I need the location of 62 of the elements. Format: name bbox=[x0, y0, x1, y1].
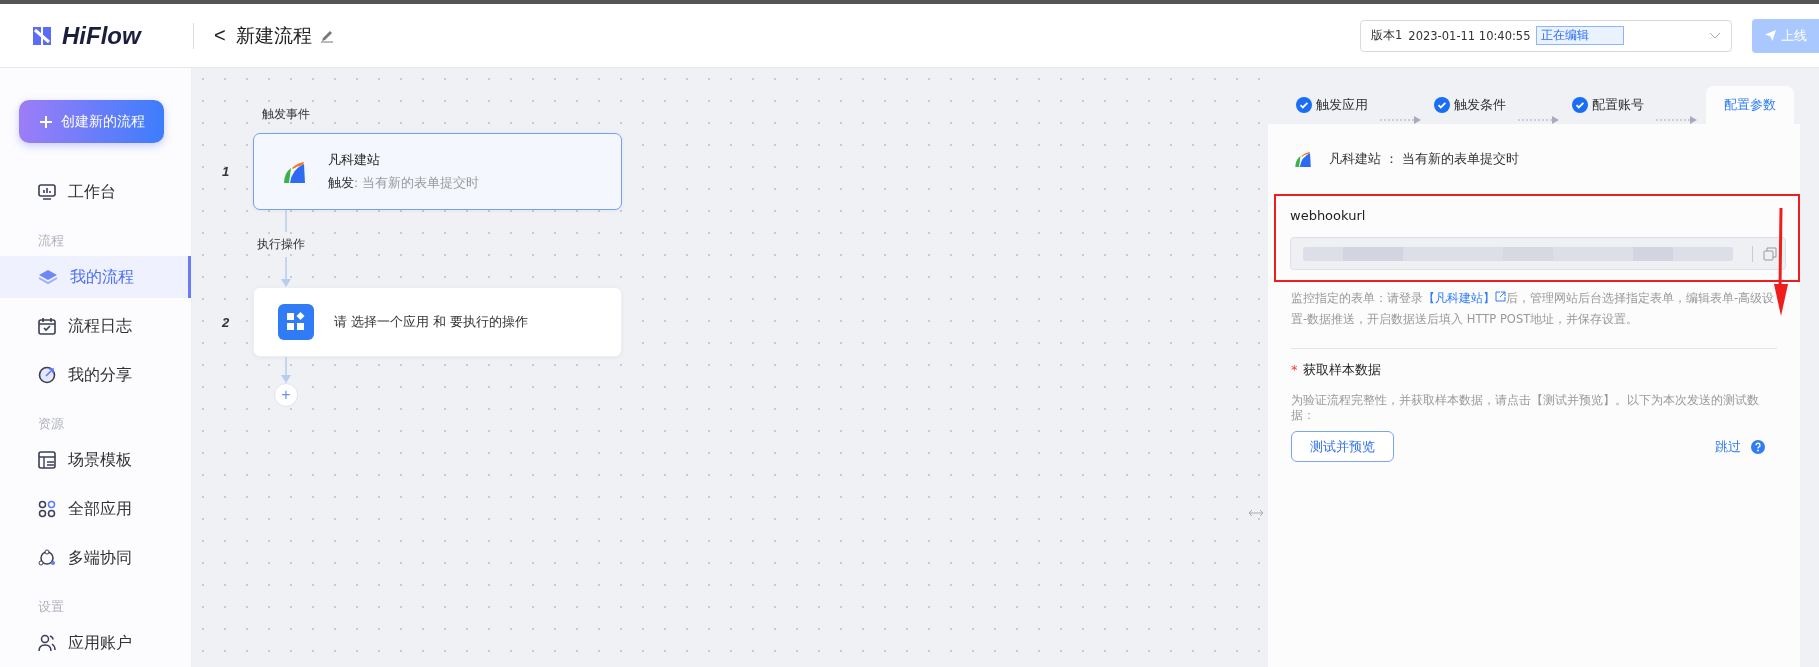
network-icon bbox=[38, 549, 56, 567]
step-tab[interactable]: 触发应用 bbox=[1292, 86, 1372, 124]
section-heading: 流程 bbox=[37, 232, 65, 250]
chevron-down-icon bbox=[1709, 31, 1721, 40]
section-description: 为验证流程完整性，并获取样本数据，请点击【测试并预览】。以下为本次发送的测试数据： bbox=[1291, 393, 1760, 423]
node-title: 凡科建站 bbox=[328, 151, 381, 169]
arrow-icon bbox=[1656, 116, 1698, 124]
share-icon bbox=[38, 366, 56, 384]
sidebar-item[interactable]: 我的分享 bbox=[0, 354, 191, 396]
node-prompt: 请 选择一个应用 和 要执行的操作 bbox=[334, 313, 529, 331]
template-icon bbox=[38, 451, 56, 469]
calendar-icon bbox=[38, 317, 56, 335]
step-tab[interactable]: 配置账号 bbox=[1568, 86, 1648, 124]
plus-icon bbox=[38, 114, 53, 129]
resize-handle-icon[interactable] bbox=[1248, 508, 1264, 518]
step-tab[interactable]: 配置参数 bbox=[1706, 86, 1794, 124]
help-text: 监控指定的表单：请登录【凡科建站】 后，管理网站后台选择指定表单，编辑表单-高级设置-数据推送，开启数据送后填入 HTTP POST地址，并保存设置。 bbox=[1291, 290, 1776, 328]
status-badge: 正在编辑 bbox=[1536, 26, 1625, 45]
app-trigger-title: 凡科建站 ： 当有新的表单提交时 bbox=[1329, 150, 1520, 168]
test-preview-button[interactable]: 测试并预览 bbox=[1291, 431, 1394, 462]
sidebar-item[interactable]: 工作台 bbox=[0, 171, 191, 213]
section-heading: 设置 bbox=[37, 598, 65, 616]
copy-icon[interactable] bbox=[1763, 246, 1777, 261]
field-label: webhookurl bbox=[1290, 208, 1367, 223]
sidebar-item[interactable]: 场景模板 bbox=[0, 439, 191, 481]
input-field[interactable] bbox=[1290, 237, 1786, 270]
skip-link[interactable]: 跳过 bbox=[1715, 437, 1765, 456]
help-icon bbox=[1751, 439, 1765, 454]
users-icon bbox=[38, 634, 56, 652]
page-title: 新建流程 bbox=[235, 22, 312, 48]
arrow-icon bbox=[1518, 116, 1560, 124]
app-link[interactable]: 【凡科建站】 bbox=[1423, 291, 1506, 305]
create-flow-button[interactable]: 创建新的流程 bbox=[19, 100, 164, 143]
flow-node[interactable]: 凡科建站 触发: 当有新的表单提交时 bbox=[253, 133, 622, 210]
layers-icon bbox=[38, 268, 58, 286]
flow-node[interactable]: 请 选择一个应用 和 要执行的操作 bbox=[253, 287, 622, 357]
sidebar-item[interactable]: 全部应用 bbox=[0, 488, 191, 530]
sidebar-item[interactable]: 我的流程 bbox=[0, 256, 191, 298]
required-mark: * bbox=[1291, 362, 1298, 377]
monitor-icon bbox=[38, 183, 56, 201]
step-tab[interactable]: 触发条件 bbox=[1430, 86, 1510, 124]
external-link-icon bbox=[1495, 291, 1506, 302]
section-heading: 资源 bbox=[37, 415, 65, 433]
sidebar-item[interactable]: 流程日志 bbox=[0, 305, 191, 347]
apps-icon bbox=[278, 304, 314, 340]
arrow-head-icon bbox=[281, 279, 291, 287]
section-label: 触发事件 bbox=[261, 106, 311, 123]
apps-icon bbox=[38, 500, 56, 518]
arrow-icon bbox=[1380, 116, 1422, 124]
back-button[interactable]: < bbox=[214, 24, 236, 47]
edit-icon[interactable] bbox=[319, 28, 334, 43]
section-label: 执行操作 bbox=[257, 236, 306, 253]
arrow-head-icon bbox=[281, 375, 291, 383]
logo-text: HiFlow bbox=[62, 21, 141, 50]
sidebar-item[interactable]: 应用账户 bbox=[0, 622, 191, 664]
step-number: 2 bbox=[222, 314, 231, 330]
step-number: 1 bbox=[222, 164, 231, 179]
version-select[interactable]: 版本1 2023-01-11 10:40:55 正在编辑 bbox=[1360, 19, 1732, 52]
send-icon bbox=[1764, 29, 1777, 42]
section-heading: 获取样本数据 bbox=[1302, 362, 1381, 377]
sidebar-item[interactable]: 多端协同 bbox=[0, 537, 191, 579]
node-subtitle: 触发: 当有新的表单提交时 bbox=[328, 175, 480, 192]
